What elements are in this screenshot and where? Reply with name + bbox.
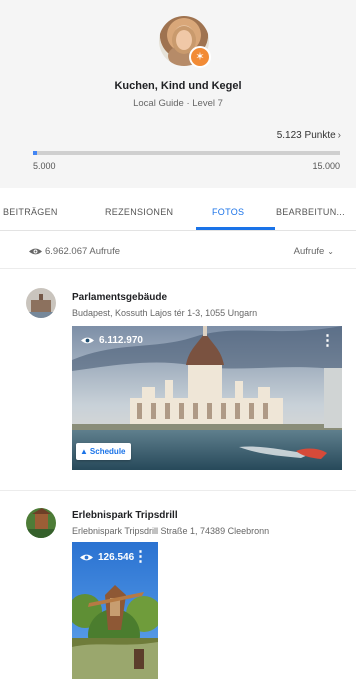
total-views: 6.962.067 Aufrufe	[45, 246, 121, 257]
points-progress-fill	[33, 151, 37, 155]
tab-edits[interactable]: BEARBEITUN...	[276, 207, 345, 217]
sort-label: Aufrufe	[293, 246, 325, 257]
place-address: Budapest, Kossuth Lajos tér 1-3, 1055 Un…	[72, 308, 258, 318]
place-photo[interactable]: 126.546 ⋮	[72, 542, 158, 679]
points-progress-bar	[33, 151, 340, 155]
sort-dropdown[interactable]: Aufrufe ⌄	[294, 246, 334, 257]
tab-photos[interactable]: FOTOS	[212, 207, 244, 217]
avatar[interactable]: ✶	[159, 16, 211, 68]
tab-contributions[interactable]: BEITRÄGEN	[3, 207, 58, 217]
chevron-down-icon: ⌄	[327, 247, 334, 256]
place-thumbnail[interactable]	[26, 508, 56, 538]
profile-level: Local Guide · Level 7	[133, 98, 223, 109]
points-label: 5.123 Punkte	[276, 130, 336, 141]
star-icon: ✶	[189, 46, 211, 68]
place-title[interactable]: Erlebnispark Tripsdrill	[72, 510, 178, 521]
photo-view-count: 6.112.970	[81, 335, 143, 346]
schedule-icon: ▲	[80, 447, 88, 456]
profile-name: Kuchen, Kind und Kegel	[114, 80, 242, 92]
schedule-button[interactable]: ▲ Schedule	[76, 443, 131, 460]
views-summary: 6.962.067 Aufrufe Aufrufe ⌄	[0, 240, 356, 269]
eye-icon	[80, 554, 93, 561]
more-vert-icon[interactable]: ⋮	[320, 333, 335, 348]
place-title[interactable]: Parlamentsgebäude	[72, 292, 167, 303]
tab-bar: BEITRÄGEN REZENSIONEN FOTOS BEARBEITUN..…	[0, 198, 356, 231]
more-vert-icon[interactable]: ⋮	[133, 549, 148, 564]
eye-icon	[81, 337, 94, 344]
photo-view-count-value: 6.112.970	[99, 335, 143, 346]
progress-max-label: 15.000	[312, 161, 340, 171]
chevron-right-icon: ›	[337, 130, 341, 141]
tab-reviews[interactable]: REZENSIONEN	[105, 207, 173, 217]
section-divider	[0, 490, 356, 491]
points-link[interactable]: 5.123 Punkte ›	[277, 130, 341, 141]
schedule-label: Schedule	[89, 447, 126, 456]
photo-view-count: 126.546	[80, 552, 134, 563]
profile-header: ✶ Kuchen, Kind und Kegel Local Guide · L…	[0, 0, 356, 188]
place-thumbnail[interactable]	[26, 288, 56, 318]
photo-view-count-value: 126.546	[98, 552, 135, 563]
eye-icon	[29, 248, 42, 255]
progress-min-label: 5.000	[33, 161, 56, 171]
active-tab-indicator	[196, 227, 275, 230]
place-address: Erlebnispark Tripsdrill Straße 1, 74389 …	[72, 526, 270, 536]
